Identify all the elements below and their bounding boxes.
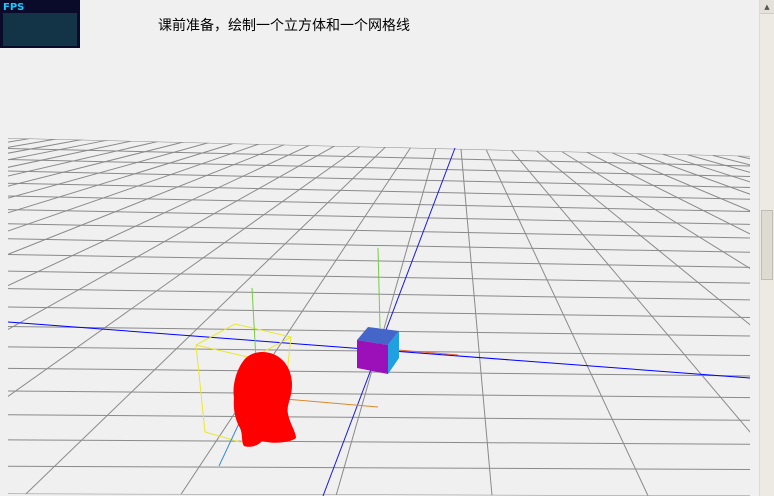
grid-column-line xyxy=(23,146,386,496)
head-bbox-edge xyxy=(195,344,253,359)
cube-front-face xyxy=(357,340,388,374)
grid-column-line xyxy=(8,139,109,496)
head-model-group xyxy=(195,287,379,467)
head-orange-axis xyxy=(284,398,379,408)
grid-row-line xyxy=(8,465,750,470)
grid-row-line xyxy=(8,254,750,268)
blue-axis-line-depth xyxy=(322,147,456,496)
grid-row-line xyxy=(8,209,750,225)
head-model xyxy=(233,352,296,447)
grid-column-line xyxy=(8,138,84,496)
fps-monitor[interactable]: FPS xyxy=(0,0,80,48)
grid-row-line xyxy=(8,147,750,167)
grid-column-line xyxy=(460,148,493,496)
grid-row-line xyxy=(8,306,750,318)
grid-column-line xyxy=(637,152,750,496)
grid-column-line xyxy=(485,149,649,496)
grid-row-line xyxy=(8,390,750,399)
grid-column-line xyxy=(8,142,210,496)
cube-green-axis xyxy=(377,247,381,329)
fps-graph xyxy=(3,13,77,46)
grid-column-line xyxy=(8,145,336,496)
grid-row-line xyxy=(8,414,750,421)
grid-row-line xyxy=(8,223,750,239)
grid-column-line xyxy=(335,148,437,496)
grid-row-line xyxy=(8,195,750,212)
scroll-thumb[interactable] xyxy=(761,210,773,280)
scroll-up-arrow-icon[interactable]: ▲ xyxy=(760,0,774,14)
page-title: 课前准备，绘制一个立方体和一个网格线 xyxy=(158,18,410,34)
cube xyxy=(357,327,399,374)
grid-row-line xyxy=(8,439,750,445)
grid-row-line xyxy=(8,238,750,253)
grid-column-line xyxy=(662,153,750,496)
grid-column-line xyxy=(8,144,311,496)
webgl-viewport[interactable]: 课前准备，绘制一个立方体和一个网格线 FPS ▲ xyxy=(0,0,774,496)
grid-column-line xyxy=(0,137,8,496)
grid-row-line xyxy=(8,182,750,200)
ground-grid xyxy=(0,137,750,496)
grid-column-line xyxy=(8,138,34,496)
three-d-scene[interactable] xyxy=(0,0,774,496)
fps-label: FPS xyxy=(3,2,25,13)
vertical-scrollbar[interactable]: ▲ xyxy=(759,0,774,496)
